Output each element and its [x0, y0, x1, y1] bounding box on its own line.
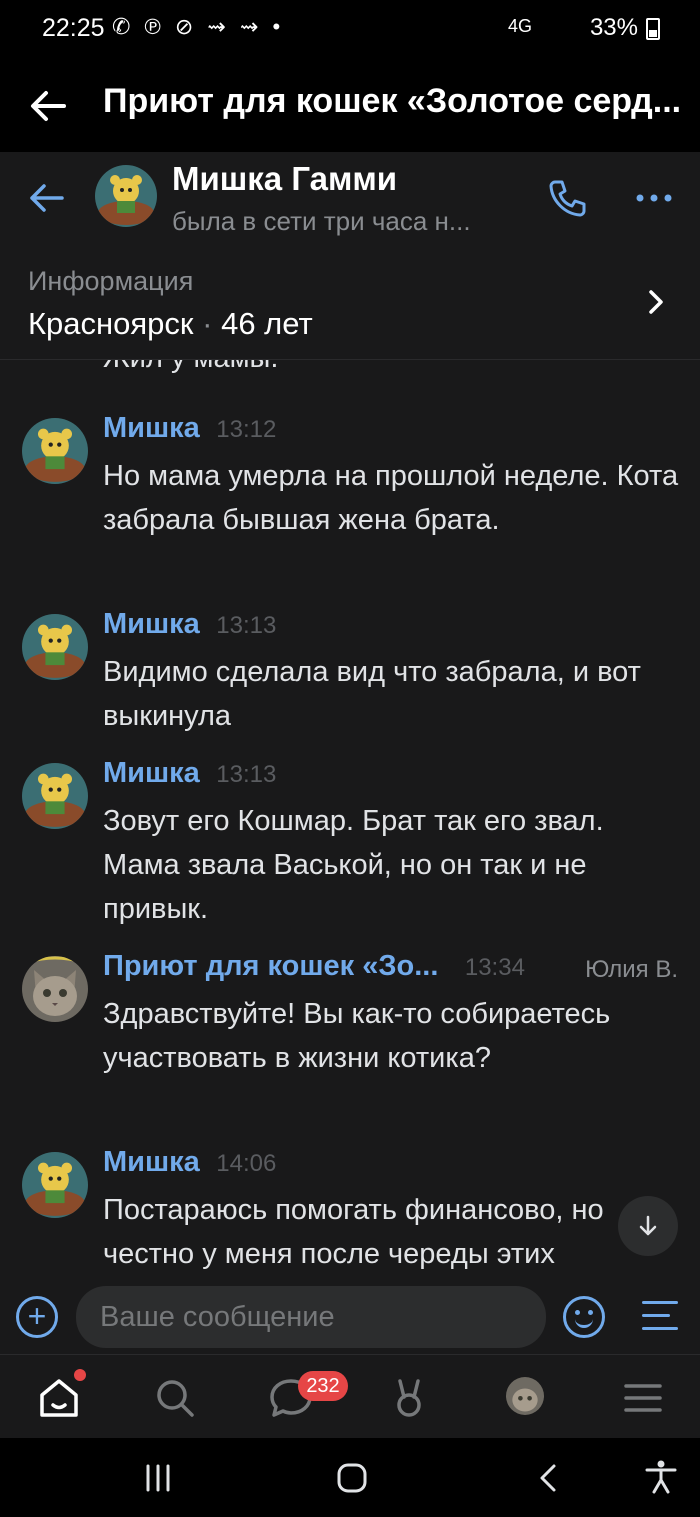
- clips-icon[interactable]: [384, 1373, 434, 1423]
- community-header: Приют для кошек «Золотое серд...: [0, 56, 700, 152]
- info-value: Красноярск · 46 лет: [28, 306, 313, 342]
- avatar[interactable]: [22, 614, 88, 680]
- chat-header: Мишка Гамми была в сети три часа н...: [0, 152, 700, 248]
- avatar[interactable]: [95, 165, 157, 227]
- message-text-partial: Жил у мамы.: [103, 360, 278, 375]
- home-button-icon[interactable]: [334, 1460, 370, 1496]
- more-icon[interactable]: [634, 178, 674, 218]
- message-header: Мишка 13:12: [103, 412, 276, 445]
- system-back-icon[interactable]: [532, 1460, 568, 1496]
- messages-badge: 232: [298, 1371, 348, 1401]
- battery-icon: [646, 18, 660, 40]
- battery-percent: 33%: [589, 14, 638, 41]
- chat-name[interactable]: Мишка Гамми: [172, 160, 397, 198]
- community-title: Приют для кошек «Золотое серд...: [103, 82, 682, 120]
- last-seen-status: была в сети три часа н...: [172, 206, 471, 236]
- avatar[interactable]: [22, 956, 88, 1022]
- message-time: 13:34: [464, 954, 525, 981]
- message-time: 14:06: [216, 1150, 277, 1177]
- bot-keyboard-icon[interactable]: [642, 1301, 678, 1331]
- arrow-down-icon: [639, 1215, 657, 1236]
- message-text: Видимо сделала вид что забрала, и вот вы…: [103, 656, 641, 732]
- message-text: Но мама умерла на прошлой неделе. Кота з…: [103, 460, 679, 536]
- scroll-down-button[interactable]: [618, 1196, 678, 1256]
- status-bar: 22:25 ✆ ℗ ⊘ ⇝ ⇝ • 4G 33%: [0, 0, 700, 56]
- sender-name[interactable]: Мишка: [103, 1146, 200, 1178]
- back-arrow-icon[interactable]: [26, 178, 66, 218]
- message-header: Мишка 14:06: [103, 1146, 276, 1179]
- message-list[interactable]: Жил у мамы. Мишка 13:12 Но мама умерла н…: [0, 360, 700, 1284]
- network-indicator: 4G: [507, 16, 532, 36]
- chevron-right-icon: [649, 290, 663, 314]
- phone-icon[interactable]: [546, 176, 590, 220]
- system-nav-bar: [0, 1438, 700, 1517]
- search-icon[interactable]: [150, 1373, 200, 1423]
- avatar[interactable]: [22, 763, 88, 829]
- attach-plus-icon[interactable]: +: [16, 1296, 58, 1338]
- sender-name[interactable]: Мишка: [103, 412, 200, 444]
- status-time: 22:25: [42, 14, 105, 42]
- sender-name[interactable]: Мишка: [103, 608, 200, 640]
- home-icon[interactable]: [34, 1373, 84, 1423]
- emoji-icon[interactable]: [563, 1296, 605, 1338]
- message-header: Мишка 13:13: [103, 757, 276, 790]
- message-text: Постараюсь помогать финансово, но честно…: [103, 1194, 604, 1270]
- recent-apps-icon[interactable]: [140, 1460, 176, 1496]
- message-text: Здравствуйте! Вы как-то собираетесь учас…: [103, 998, 611, 1074]
- message-time: 13:13: [216, 761, 277, 788]
- message-time: 13:12: [216, 416, 277, 443]
- profile-info[interactable]: Информация Красноярск · 46 лет: [0, 248, 700, 360]
- sender-name[interactable]: Мишка: [103, 757, 200, 789]
- profile-avatar[interactable]: [506, 1377, 544, 1415]
- bottom-nav: 232: [0, 1354, 700, 1438]
- back-arrow-icon[interactable]: [28, 86, 68, 126]
- message-composer: + Ваше сообщение: [0, 1284, 700, 1354]
- message-header: Мишка 13:13: [103, 608, 276, 641]
- message-input[interactable]: Ваше сообщение: [76, 1286, 546, 1348]
- info-age: 46 лет: [221, 306, 313, 341]
- notification-dot: [74, 1369, 86, 1381]
- message-header: Приют для кошек «Зо... 13:34: [103, 950, 525, 983]
- avatar[interactable]: [22, 1152, 88, 1218]
- message-text: Зовут его Кошмар. Брат так его звал. Мам…: [103, 805, 604, 925]
- info-city: Красноярск: [28, 306, 194, 341]
- menu-icon[interactable]: [618, 1373, 668, 1423]
- admin-author: Юлия В.: [585, 956, 678, 983]
- message-input-placeholder: Ваше сообщение: [100, 1301, 335, 1333]
- sender-name[interactable]: Приют для кошек «Зо...: [103, 950, 438, 982]
- message-time: 13:13: [216, 612, 277, 639]
- info-separator: ·: [202, 306, 213, 341]
- accessibility-icon[interactable]: [642, 1458, 680, 1496]
- info-label: Информация: [28, 266, 194, 296]
- avatar[interactable]: [22, 418, 88, 484]
- notification-icons: ✆ ℗ ⊘ ⇝ ⇝ •: [112, 14, 285, 39]
